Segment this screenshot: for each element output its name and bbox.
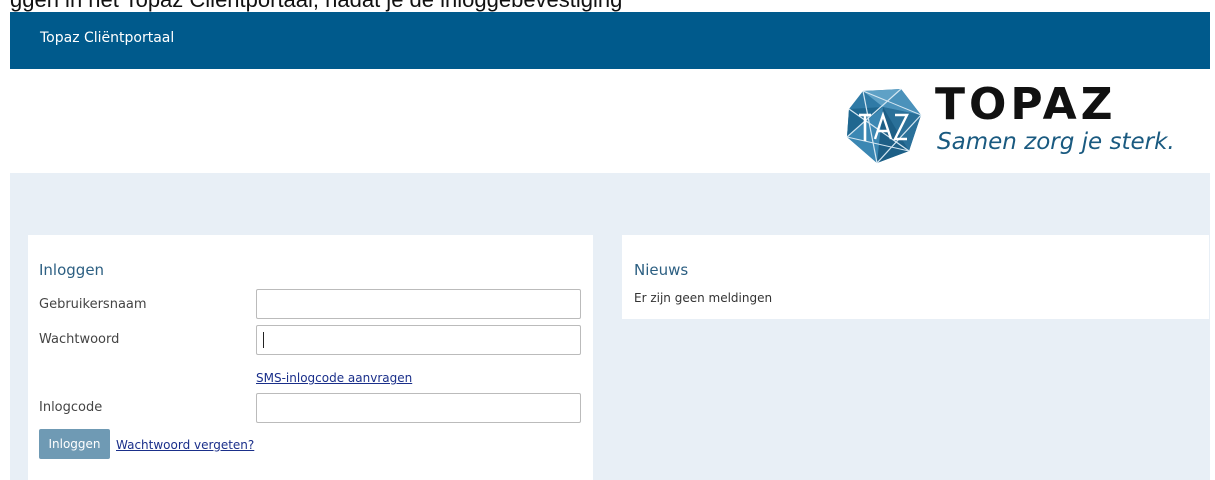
navbar-brand[interactable]: Topaz Cliëntportaal: [40, 30, 174, 46]
logo-tagline: Samen zorg je sterk.: [937, 129, 1175, 155]
sms-code-link[interactable]: SMS-inlogcode aanvragen: [256, 371, 412, 385]
news-panel: Nieuws Er zijn geen meldingen: [622, 235, 1209, 319]
login-panel: Inloggen Gebruikersnaam Wachtwoord SMS-i…: [28, 235, 593, 480]
cropped-caption-text: ggen in het Topaz Cliëntportaal, nadat j…: [10, 0, 622, 12]
text-cursor: [263, 332, 264, 348]
username-label: Gebruikersnaam: [39, 297, 147, 312]
login-button[interactable]: Inloggen: [39, 429, 110, 459]
topaz-diamond-logo-icon: [846, 88, 922, 164]
header-logo-area: TOPAZ Samen zorg je sterk.: [10, 69, 1210, 173]
password-label: Wachtwoord: [39, 332, 120, 347]
news-title: Nieuws: [634, 261, 689, 279]
navbar: Topaz Cliëntportaal: [10, 12, 1210, 69]
username-field[interactable]: [256, 289, 581, 319]
password-field[interactable]: [256, 325, 581, 355]
forgot-password-link[interactable]: Wachtwoord vergeten?: [116, 438, 254, 452]
logo-title: TOPAZ: [935, 79, 1117, 130]
login-title: Inloggen: [39, 261, 105, 279]
login-code-label: Inlogcode: [39, 400, 103, 415]
cropped-caption: ggen in het Topaz Cliëntportaal, nadat j…: [0, 0, 1215, 12]
login-code-field[interactable]: [256, 393, 581, 423]
main-content: Inloggen Gebruikersnaam Wachtwoord SMS-i…: [10, 173, 1210, 480]
news-empty-message: Er zijn geen meldingen: [634, 291, 773, 305]
